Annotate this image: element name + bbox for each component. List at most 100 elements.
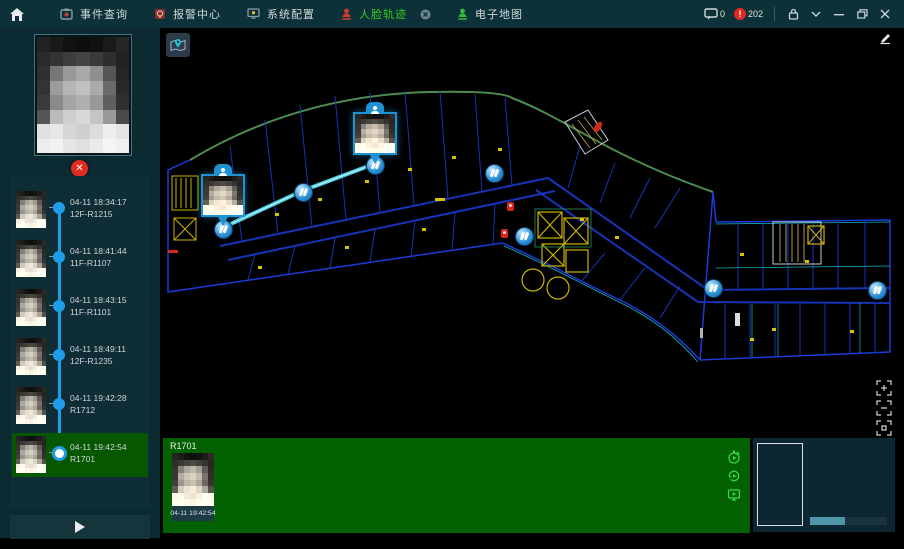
- trajectory-point-marker[interactable]: [294, 183, 313, 202]
- tab-system-config[interactable]: 系统配置: [247, 6, 315, 22]
- remove-target-button[interactable]: ✕: [71, 160, 88, 177]
- divider: [774, 7, 775, 21]
- capture-thumbnail: [16, 387, 46, 424]
- lock-button[interactable]: [786, 8, 800, 20]
- map-zoom-in-button[interactable]: [876, 380, 892, 401]
- capture-time: 04-11 18:41:44: [70, 246, 127, 256]
- tab-label: 事件查询: [80, 6, 128, 22]
- timeline-node-icon: [53, 202, 65, 214]
- timeline-entry-selected[interactable]: 04-11 19:42:54 R1701: [12, 433, 148, 477]
- video-placeholder[interactable]: [757, 443, 803, 526]
- alert-count: 202: [748, 9, 763, 19]
- capture-time: 04-11 19:42:28: [70, 393, 127, 403]
- face-trajectory-icon: [341, 8, 352, 21]
- minimize-button[interactable]: [832, 9, 846, 19]
- map-zoom-out-button[interactable]: [876, 400, 892, 421]
- popup-tail: [370, 155, 380, 164]
- close-tab-icon[interactable]: [420, 9, 431, 20]
- timeline-node-icon: [53, 398, 65, 410]
- trajectory-point-marker[interactable]: [868, 281, 887, 300]
- trajectory-point-marker[interactable]: [485, 164, 504, 183]
- timeline-node-icon: [53, 349, 65, 361]
- capture-location: 12F-R1235: [70, 356, 113, 366]
- capture-location: 11F-R1107: [70, 258, 111, 268]
- trajectory-point-marker[interactable]: [515, 227, 534, 246]
- play-trajectory-button[interactable]: [10, 515, 150, 539]
- capture-time: 04-11 19:42:54: [70, 442, 127, 452]
- capture-card[interactable]: 04-11 19:42:54: [172, 453, 214, 521]
- alert-icon: !: [734, 8, 746, 20]
- panel-title: R1701: [170, 441, 197, 451]
- capture-thumbnail: [16, 436, 46, 473]
- progress-fill: [810, 517, 845, 525]
- zoom-in-icon: [876, 380, 892, 396]
- fire-equipment-icon: [501, 229, 508, 238]
- capture-time: 04-11 18:43:15: [70, 295, 127, 305]
- tab-label: 电子地图: [475, 6, 523, 22]
- capture-image: [172, 453, 214, 506]
- capture-detail-panel: R1701 04-11 19:42:54: [163, 438, 750, 533]
- timeline-entry[interactable]: 04-11 18:43:15 11F-R1101: [12, 286, 148, 330]
- topbar-right: 0 ! 202: [704, 7, 904, 21]
- edit-map-button[interactable]: [878, 32, 892, 51]
- alert-indicator[interactable]: ! 202: [734, 8, 763, 20]
- capture-location: 12F-R1215: [70, 209, 113, 219]
- target-face-photo: [34, 34, 132, 156]
- close-button[interactable]: [878, 9, 892, 19]
- capture-location: R1712: [70, 405, 95, 415]
- map-area: R1701 04-11 19:42:54: [160, 28, 904, 549]
- app-window: 事件查询 报警中心 系统配置 人脸轨迹: [0, 0, 904, 549]
- timeline-entry[interactable]: 04-11 18:49:11 12F-R1235: [12, 335, 148, 379]
- trajectory-point-marker[interactable]: [704, 279, 723, 298]
- monitor-play-icon: [727, 488, 741, 502]
- person-icon: [366, 102, 384, 114]
- tab-electronic-map[interactable]: 电子地图: [457, 6, 523, 22]
- popup-tail: [218, 217, 228, 226]
- popup-face-image: [355, 114, 395, 153]
- tab-label: 系统配置: [267, 6, 315, 22]
- capture-timestamp: 04-11 19:42:54: [172, 506, 214, 521]
- face-capture-popup[interactable]: [201, 174, 245, 217]
- playback-progress-bar[interactable]: [810, 517, 887, 525]
- tab-label: 报警中心: [173, 6, 221, 22]
- timeline-entry[interactable]: 04-11 18:41:44 11F-R1107: [12, 237, 148, 281]
- person-icon: [214, 164, 232, 176]
- play-icon: [75, 521, 85, 533]
- chevron-down-icon: [811, 11, 821, 17]
- topbar: 事件查询 报警中心 系统配置 人脸轨迹: [0, 0, 904, 28]
- system-config-icon: [247, 8, 260, 20]
- timeline-node-icon: [52, 446, 67, 461]
- video-panel: [753, 438, 895, 532]
- message-indicator[interactable]: 0: [704, 8, 725, 20]
- timeline-entry[interactable]: 04-11 18:34:17 12F-R1215: [12, 188, 148, 232]
- alarm-center-icon: [154, 8, 166, 20]
- event-query-icon: [60, 8, 73, 20]
- maximize-button[interactable]: [855, 9, 869, 19]
- fire-equipment-icon: [507, 202, 514, 211]
- capture-time: 04-11 18:49:11: [70, 344, 126, 354]
- stopwatch-play-icon: [727, 450, 741, 464]
- capture-thumbnail: [16, 338, 46, 375]
- capture-time: 04-11 18:34:17: [70, 197, 127, 207]
- dropdown-button[interactable]: [809, 11, 823, 17]
- instant-playback-button[interactable]: [727, 450, 741, 464]
- replay-icon: [727, 469, 741, 483]
- face-capture-popup[interactable]: [353, 112, 397, 155]
- replay-button[interactable]: [727, 469, 741, 483]
- capture-thumbnail: [16, 289, 46, 326]
- home-icon: [9, 7, 25, 22]
- tab-event-query[interactable]: 事件查询: [60, 6, 128, 22]
- capture-location: R1701: [70, 454, 95, 464]
- home-button[interactable]: [0, 7, 34, 22]
- tab-alarm-center[interactable]: 报警中心: [154, 6, 221, 22]
- lock-icon: [788, 8, 799, 20]
- timeline-entry[interactable]: 04-11 19:42:28 R1712: [12, 384, 148, 428]
- live-video-button[interactable]: [727, 488, 741, 502]
- timeline-node-icon: [53, 300, 65, 312]
- map-select-button[interactable]: [166, 33, 190, 57]
- pencil-icon: [878, 32, 892, 46]
- capture-location: 11F-R1101: [70, 307, 111, 317]
- message-icon: [704, 8, 718, 20]
- tab-face-trajectory[interactable]: 人脸轨迹: [341, 6, 431, 22]
- panel-actions: [727, 450, 741, 502]
